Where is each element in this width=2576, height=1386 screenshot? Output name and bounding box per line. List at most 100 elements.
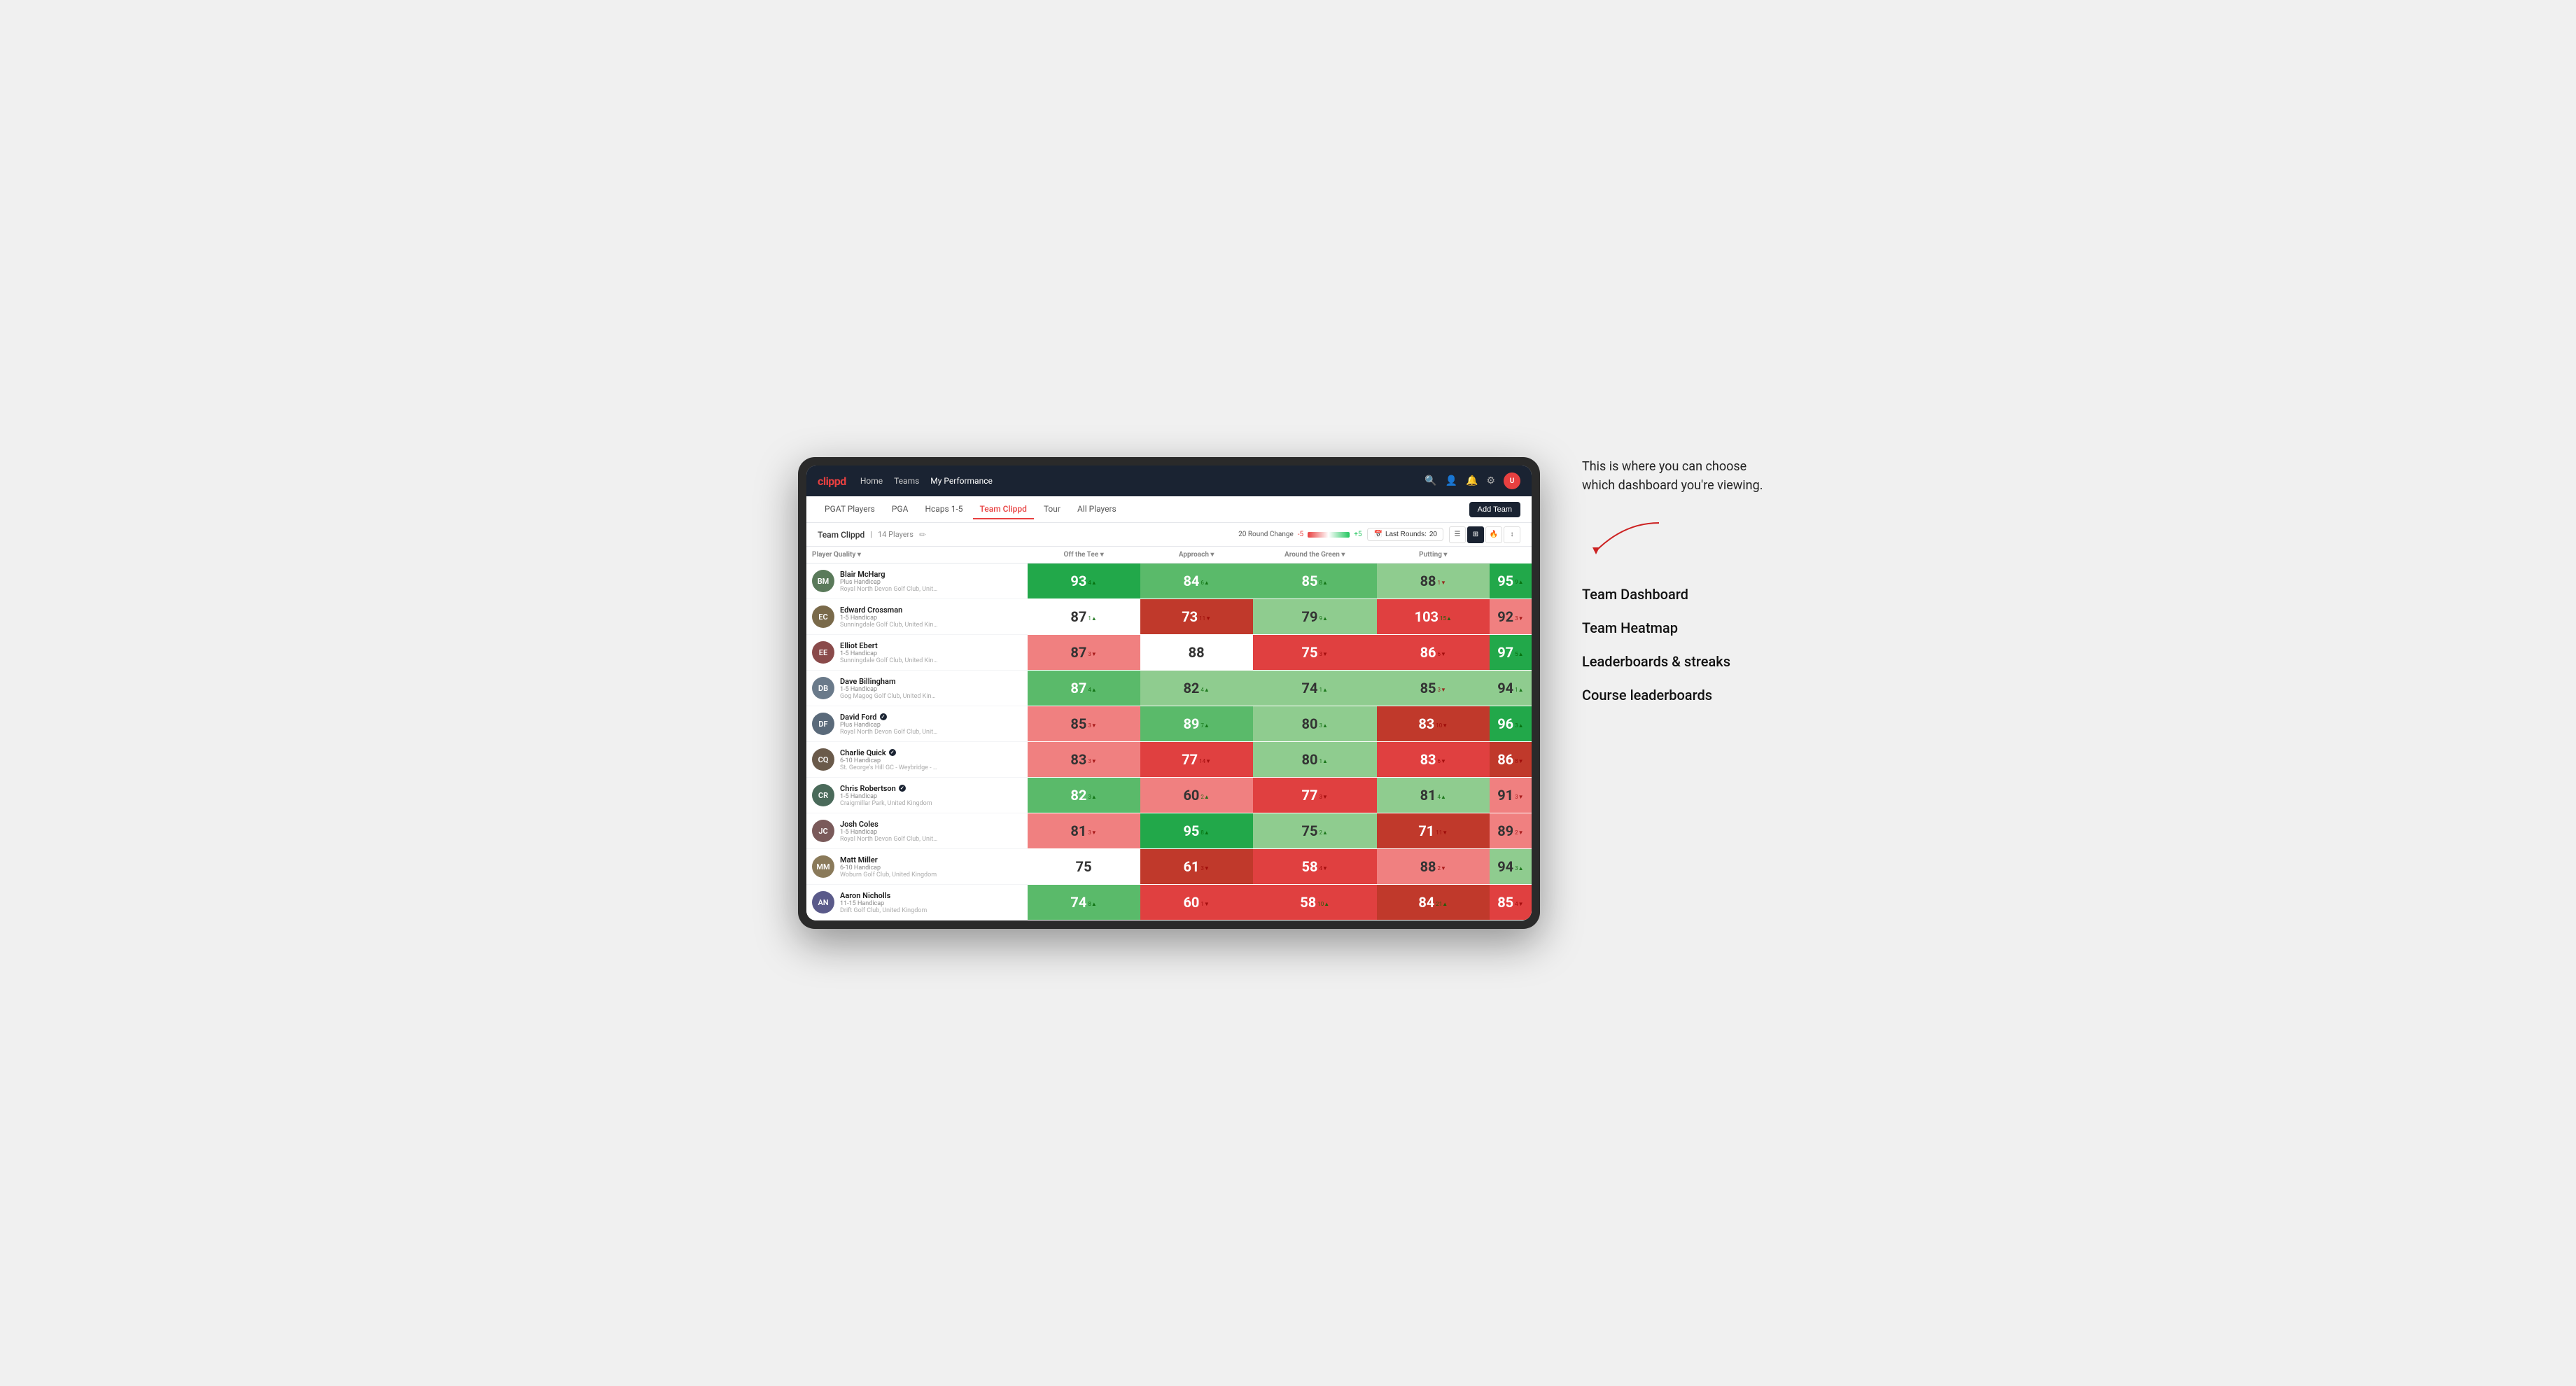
score-cell-putting: 89 2▼: [1490, 813, 1532, 849]
score-change: 6▲: [1200, 580, 1209, 586]
verified-badge: ✓: [889, 749, 896, 756]
score-change: 7▲: [1200, 722, 1209, 729]
player-handicap: 6-10 Handicap: [840, 864, 937, 872]
score-box: 95 8▲: [1140, 813, 1253, 848]
score-change: 6▼: [1438, 758, 1446, 764]
avatar[interactable]: U: [1504, 472, 1520, 489]
nav-link-home[interactable]: Home: [860, 473, 883, 489]
player-name: Aaron Nicholls: [840, 891, 927, 900]
player-cell[interactable]: MM Matt Miller 6-10 Handicap Woburn Golf…: [806, 849, 1028, 885]
player-cell[interactable]: DB Dave Billingham 1-5 Handicap Gog Mago…: [806, 671, 1028, 706]
person-icon[interactable]: 👤: [1446, 475, 1457, 486]
round-change-area: 20 Round Change -5 +5: [1238, 531, 1362, 538]
score-change: 4▲: [1200, 687, 1209, 693]
score-cell-quality: 83 3▼: [1028, 742, 1140, 778]
score-cell-aroundGreen: 84 21▲: [1377, 885, 1490, 920]
score-change: 6▼: [1438, 651, 1446, 657]
view-heatmap-button[interactable]: 🔥: [1485, 526, 1502, 543]
score-value: 85: [1420, 680, 1436, 696]
bell-icon[interactable]: 🔔: [1466, 475, 1478, 486]
player-details: Elliot Ebert 1-5 Handicap Sunningdale Go…: [840, 641, 938, 664]
score-value: 79: [1302, 608, 1318, 625]
player-cell[interactable]: JC Josh Coles 1-5 Handicap Royal North D…: [806, 813, 1028, 849]
col-header-player[interactable]: Player Quality ▾: [806, 547, 1028, 564]
score-cell-aroundGreen: 86 6▼: [1377, 635, 1490, 671]
score-cell-quality: 87 4▲: [1028, 671, 1140, 706]
tablet-frame: clippd Home Teams My Performance 🔍 👤 🔔 ⚙…: [798, 457, 1540, 929]
score-change: 3▼: [1088, 722, 1096, 729]
score-box: 93 4▲: [1028, 564, 1140, 598]
view-sort-button[interactable]: ↕: [1504, 526, 1520, 543]
table-row: MM Matt Miller 6-10 Handicap Woburn Golf…: [806, 849, 1532, 885]
player-cell[interactable]: CR Chris Robertson ✓ 1-5 Handicap Craigm…: [806, 778, 1028, 813]
option-leaderboards[interactable]: Leaderboards & streaks: [1582, 653, 1778, 670]
table-row: DB Dave Billingham 1-5 Handicap Gog Mago…: [806, 671, 1532, 706]
player-club: Sunningdale Golf Club, United Kingdom: [840, 622, 938, 629]
score-value: 88: [1189, 644, 1205, 661]
score-box: 86 6▼: [1377, 635, 1490, 670]
col-header-putting[interactable]: Putting ▾: [1377, 547, 1490, 564]
score-cell-approach: 77 3▼: [1253, 778, 1377, 813]
player-cell[interactable]: BM Blair McHarg Plus Handicap Royal Nort…: [806, 564, 1028, 599]
col-header-offtee[interactable]: Off the Tee ▾: [1028, 547, 1140, 564]
nav-icons: 🔍 👤 🔔 ⚙ U: [1424, 472, 1520, 489]
col-header-around-green[interactable]: Around the Green ▾: [1253, 547, 1377, 564]
player-info: DF David Ford ✓ Plus Handicap Royal Nort…: [812, 713, 1022, 736]
score-value: 77: [1182, 751, 1198, 768]
player-cell[interactable]: EC Edward Crossman 1-5 Handicap Sunningd…: [806, 599, 1028, 635]
score-change: 4▲: [1438, 794, 1446, 800]
edit-icon[interactable]: ✏: [919, 530, 926, 540]
player-cell[interactable]: AN Aaron Nicholls 11-15 Handicap Drift G…: [806, 885, 1028, 920]
subnav-pga[interactable]: PGA: [885, 500, 916, 519]
score-change: 1▼: [1200, 901, 1209, 907]
score-change: 1▲: [1515, 687, 1523, 693]
score-cell-offTee: 82 4▲: [1140, 671, 1253, 706]
subnav-tour[interactable]: Tour: [1037, 500, 1068, 519]
option-course-leaderboards[interactable]: Course leaderboards: [1582, 687, 1778, 704]
score-cell-quality: 93 4▲: [1028, 564, 1140, 599]
score-box: 87 4▲: [1028, 671, 1140, 706]
team-count: 14 Players: [878, 530, 913, 539]
option-team-heatmap[interactable]: Team Heatmap: [1582, 620, 1778, 636]
score-box: 60 2▲: [1140, 778, 1253, 813]
score-change: 3▼: [1515, 615, 1523, 622]
verified-badge: ✓: [880, 713, 887, 720]
score-value: 89: [1497, 822, 1513, 839]
score-cell-offTee: 77 14▼: [1140, 742, 1253, 778]
col-header-approach[interactable]: Approach ▾: [1140, 547, 1253, 564]
score-value: 74: [1302, 680, 1318, 696]
subnav-team-clippd[interactable]: Team Clippd: [973, 500, 1034, 519]
search-icon[interactable]: 🔍: [1424, 475, 1436, 486]
nav-link-teams[interactable]: Teams: [894, 473, 919, 489]
verified-badge: ✓: [899, 785, 906, 792]
table-row: AN Aaron Nicholls 11-15 Handicap Drift G…: [806, 885, 1532, 920]
score-box: 88: [1140, 635, 1253, 670]
nav-link-my-performance[interactable]: My Performance: [930, 473, 993, 489]
view-list-button[interactable]: ☰: [1449, 526, 1466, 543]
tablet-screen: clippd Home Teams My Performance 🔍 👤 🔔 ⚙…: [806, 465, 1532, 920]
player-avatar: EC: [812, 606, 834, 628]
score-value: 85: [1070, 715, 1086, 732]
settings-icon[interactable]: ⚙: [1486, 475, 1495, 486]
score-value: 86: [1497, 751, 1513, 768]
table-row: EC Edward Crossman 1-5 Handicap Sunningd…: [806, 599, 1532, 635]
subnav-hcaps[interactable]: Hcaps 1-5: [918, 500, 969, 519]
player-cell[interactable]: EE Elliot Ebert 1-5 Handicap Sunningdale…: [806, 635, 1028, 671]
top-nav: clippd Home Teams My Performance 🔍 👤 🔔 ⚙…: [806, 465, 1532, 496]
score-box: 74 1▲: [1253, 671, 1377, 706]
last-rounds-button[interactable]: 📅 Last Rounds: 20: [1367, 528, 1443, 541]
player-table: Player Quality ▾ Off the Tee ▾ Approach …: [806, 547, 1532, 920]
score-box: 84 21▲: [1377, 885, 1490, 920]
option-team-dashboard[interactable]: Team Dashboard: [1582, 586, 1778, 603]
player-handicap: 1-5 Handicap: [840, 793, 932, 800]
player-cell[interactable]: DF David Ford ✓ Plus Handicap Royal Nort…: [806, 706, 1028, 742]
score-change: 1▼: [1438, 580, 1446, 586]
subnav-all-players[interactable]: All Players: [1070, 500, 1124, 519]
score-value: 88: [1420, 573, 1436, 589]
player-info: AN Aaron Nicholls 11-15 Handicap Drift G…: [812, 891, 1022, 914]
add-team-button[interactable]: Add Team: [1469, 502, 1520, 517]
score-box: 71 11▼: [1377, 813, 1490, 848]
subnav-pgat[interactable]: PGAT Players: [818, 500, 882, 519]
view-grid-button[interactable]: ⊞: [1467, 526, 1484, 543]
player-cell[interactable]: CQ Charlie Quick ✓ 6-10 Handicap St. Geo…: [806, 742, 1028, 778]
